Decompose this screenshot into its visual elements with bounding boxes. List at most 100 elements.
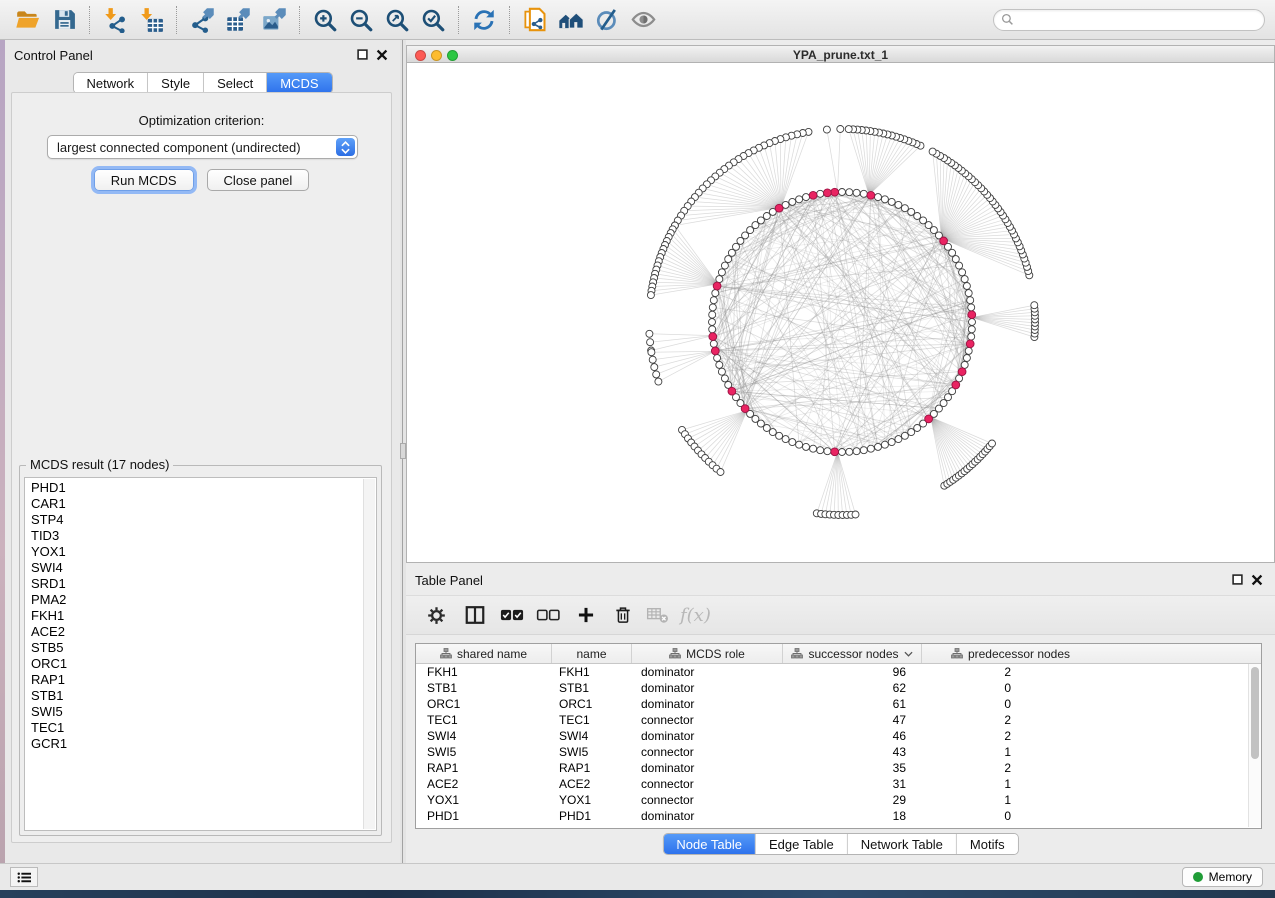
mcds-result-title: MCDS result (17 nodes): [26, 457, 173, 472]
mcds-result-item[interactable]: STB5: [25, 640, 376, 656]
float-panel-icon[interactable]: [1232, 574, 1243, 585]
mcds-result-item[interactable]: CAR1: [25, 496, 376, 512]
close-panel-icon[interactable]: [1251, 574, 1263, 586]
toolbar-separator: [509, 6, 510, 34]
mcds-result-item[interactable]: YOX1: [25, 544, 376, 560]
tab-motifs[interactable]: Motifs: [957, 834, 1018, 854]
mcds-result-item[interactable]: SRD1: [25, 576, 376, 592]
select-all-columns-icon[interactable]: [500, 607, 524, 623]
mcds-result-item[interactable]: RAP1: [25, 672, 376, 688]
memory-button[interactable]: Memory: [1182, 867, 1263, 887]
tab-mcds[interactable]: MCDS: [267, 73, 331, 93]
mcds-result-item[interactable]: FKH1: [25, 608, 376, 624]
column-header-mcds-role[interactable]: MCDS role: [632, 644, 783, 663]
mcds-result-item[interactable]: PHD1: [25, 480, 376, 496]
save-session-icon[interactable]: [46, 3, 82, 37]
table-row[interactable]: RAP1RAP1dominator352: [416, 760, 1261, 776]
mcds-result-item[interactable]: PMA2: [25, 592, 376, 608]
hide-annotations-icon[interactable]: [589, 3, 625, 37]
mcds-list-scrollbar[interactable]: [363, 479, 375, 829]
run-mcds-button[interactable]: Run MCDS: [94, 169, 194, 191]
table-row[interactable]: ORC1ORC1dominator610: [416, 696, 1261, 712]
column-header-predecessor-nodes[interactable]: predecessor nodes: [922, 644, 1099, 663]
zoom-fit-content-icon[interactable]: [379, 3, 415, 37]
cell-successor-nodes: 96: [783, 665, 922, 679]
refresh-view-icon[interactable]: [466, 3, 502, 37]
export-table-icon[interactable]: [220, 3, 256, 37]
column-label: name: [576, 647, 606, 661]
search-input[interactable]: [1014, 12, 1257, 28]
task-history-list-icon[interactable]: [10, 867, 38, 887]
add-column-icon[interactable]: [576, 605, 596, 625]
zoom-selected-icon[interactable]: [415, 3, 451, 37]
node-table-header: shared name name MCDS role: [416, 644, 1261, 664]
column-header-name[interactable]: name: [552, 644, 632, 663]
mcds-result-item[interactable]: SWI4: [25, 560, 376, 576]
import-table-icon[interactable]: [133, 3, 169, 37]
delete-table-icon[interactable]: [646, 606, 670, 624]
column-header-shared-name[interactable]: shared name: [416, 644, 552, 663]
open-file-icon[interactable]: [10, 3, 46, 37]
mcds-result-item[interactable]: ORC1: [25, 656, 376, 672]
cell-mcds-role: connector: [632, 777, 783, 791]
table-row[interactable]: STB1STB1dominator620: [416, 680, 1261, 696]
cell-name: PHD1: [552, 809, 632, 823]
table-row[interactable]: SWI4SWI4dominator462: [416, 728, 1261, 744]
export-network-icon[interactable]: [184, 3, 220, 37]
close-panel-button[interactable]: Close panel: [207, 169, 310, 191]
home-icon[interactable]: [553, 3, 589, 37]
mcds-result-item[interactable]: GCR1: [25, 736, 376, 752]
tab-network[interactable]: Network: [73, 73, 148, 93]
cell-shared-name: STB1: [416, 681, 552, 695]
table-tabs: Node TableEdge TableNetwork TableMotifs: [662, 833, 1018, 855]
table-row[interactable]: FKH1FKH1dominator962: [416, 664, 1261, 680]
table-settings-gear-icon[interactable]: [426, 605, 447, 626]
network-window-title: YPA_prune.txt_1: [407, 48, 1274, 62]
unselect-all-columns-icon[interactable]: [536, 607, 560, 623]
new-network-from-file-icon[interactable]: [517, 3, 553, 37]
mcds-result-item[interactable]: STP4: [25, 512, 376, 528]
mcds-result-item[interactable]: ACE2: [25, 624, 376, 640]
cell-shared-name: FKH1: [416, 665, 552, 679]
show-hidden-eye-icon[interactable]: [625, 3, 661, 37]
column-header-successor-nodes[interactable]: successor nodes: [783, 644, 922, 663]
cell-successor-nodes: 18: [783, 809, 922, 823]
tab-edge-table[interactable]: Edge Table: [756, 834, 848, 854]
apply-function-icon[interactable]: f(x): [680, 605, 711, 626]
zoom-out-icon[interactable]: [343, 3, 379, 37]
export-image-icon[interactable]: [256, 3, 292, 37]
cell-mcds-role: dominator: [632, 697, 783, 711]
cell-shared-name: TEC1: [416, 713, 552, 727]
import-network-icon[interactable]: [97, 3, 133, 37]
mcds-result-item[interactable]: SWI5: [25, 704, 376, 720]
tab-style[interactable]: Style: [148, 73, 204, 93]
optimization-criterion-select[interactable]: largest connected component (undirected): [47, 135, 358, 159]
table-scrollbar[interactable]: [1248, 664, 1261, 827]
zoom-in-icon[interactable]: [307, 3, 343, 37]
cell-successor-nodes: 29: [783, 793, 922, 807]
search-field[interactable]: [993, 9, 1265, 31]
cell-name: ORC1: [552, 697, 632, 711]
table-row[interactable]: SWI5SWI5connector431: [416, 744, 1261, 760]
network-window-titlebar[interactable]: YPA_prune.txt_1: [406, 45, 1275, 63]
mcds-result-item[interactable]: TID3: [25, 528, 376, 544]
show-columns-icon[interactable]: [464, 604, 486, 626]
table-row[interactable]: TEC1TEC1connector472: [416, 712, 1261, 728]
tab-select[interactable]: Select: [204, 73, 267, 93]
cell-mcds-role: dominator: [632, 681, 783, 695]
delete-column-trash-icon[interactable]: [613, 605, 633, 625]
table-row[interactable]: ACE2ACE2connector311: [416, 776, 1261, 792]
table-row[interactable]: PHD1PHD1dominator180: [416, 808, 1261, 824]
cell-name: FKH1: [552, 665, 632, 679]
cell-predecessor-nodes: 2: [922, 729, 1099, 743]
float-panel-icon[interactable]: [357, 49, 368, 60]
close-panel-icon[interactable]: [376, 49, 388, 61]
mcds-result-item[interactable]: TEC1: [25, 720, 376, 736]
network-canvas[interactable]: [406, 63, 1275, 563]
scrollbar-thumb[interactable]: [1251, 667, 1259, 759]
mcds-result-item[interactable]: STB1: [25, 688, 376, 704]
tab-network-table[interactable]: Network Table: [848, 834, 957, 854]
table-row[interactable]: YOX1YOX1connector291: [416, 792, 1261, 808]
tab-node-table[interactable]: Node Table: [663, 834, 756, 854]
cell-name: ACE2: [552, 777, 632, 791]
